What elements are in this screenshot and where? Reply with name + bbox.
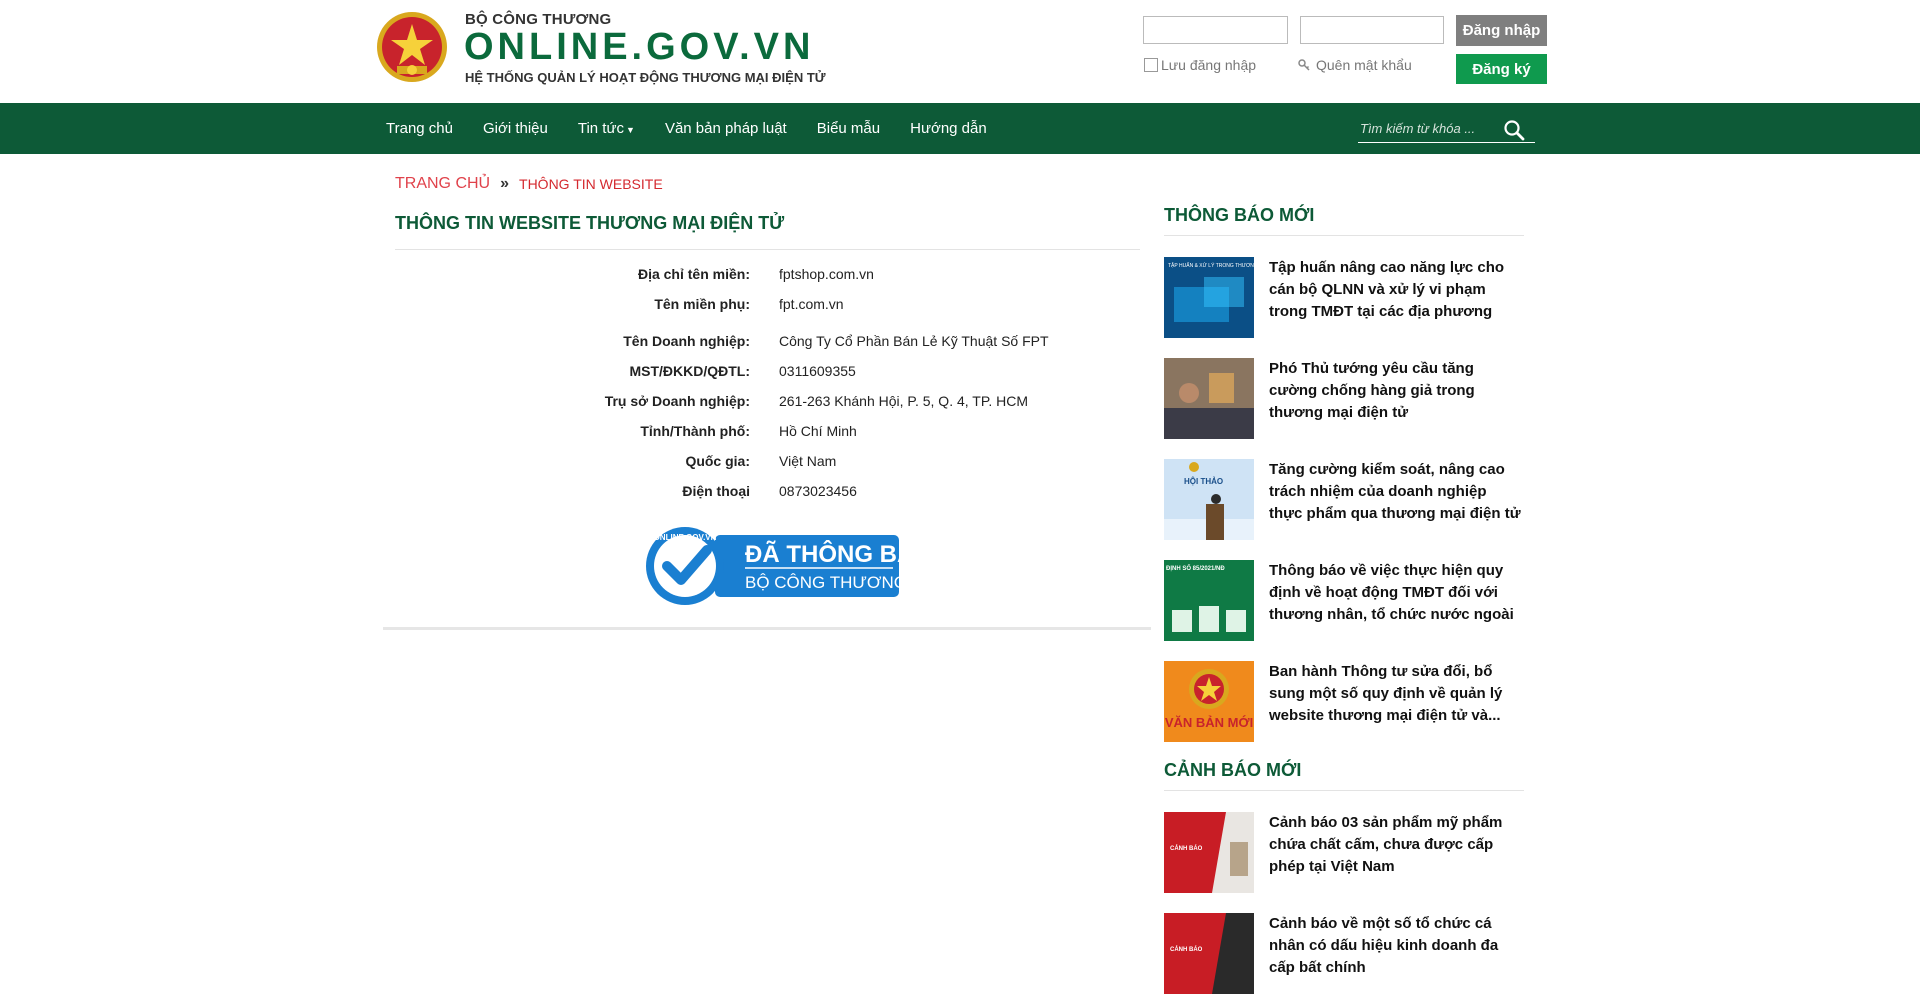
username-input[interactable]: [1143, 16, 1288, 44]
notice-item[interactable]: Phó Thủ tướng yêu cầu tăng cường chống h…: [1164, 358, 1524, 440]
national-emblem-icon[interactable]: [375, 10, 449, 84]
notice-item[interactable]: ĐỊNH SỐ 85/2021/NĐ Thông báo về việc thự…: [1164, 560, 1524, 642]
info-value: 261-263 Khánh Hội, P. 5, Q. 4, TP. HCM: [779, 393, 1029, 409]
nav-item-home[interactable]: Trang chủ: [386, 120, 453, 137]
notice-title[interactable]: Ban hành Thông tư sửa đổi, bổ sung một s…: [1269, 661, 1524, 727]
info-row-domain: Địa chỉ tên miền: fptshop.com.vn: [395, 266, 1140, 286]
info-label: Điện thoại: [682, 483, 750, 499]
info-value: Hồ Chí Minh: [779, 423, 857, 439]
login-button[interactable]: Đăng nhập: [1456, 15, 1547, 46]
info-value: fpt.com.vn: [779, 296, 844, 312]
key-icon: [1298, 59, 1310, 71]
badge-circle-text: ONLINE.GOV.VN: [654, 533, 717, 542]
info-row-company: Tên Doanh nghiệp: Công Ty Cổ Phần Bán Lẻ…: [395, 333, 1140, 353]
info-row-tax-code: MST/ĐKKD/QĐTL: 0311609355: [395, 363, 1140, 383]
site-subtitle: HỆ THỐNG QUẢN LÝ HOẠT ĐỘNG THƯƠNG MẠI ĐI…: [465, 70, 826, 85]
site-header: BỘ CÔNG THƯƠNG ONLINE.GOV.VN HỆ THỐNG QU…: [0, 0, 1920, 103]
notice-title[interactable]: Tăng cường kiểm soát, nâng cao trách nhi…: [1269, 459, 1524, 525]
caret-down-icon: ▼: [626, 125, 635, 135]
warning-thumb-text: CẢNH BÁO: [1170, 946, 1203, 953]
info-row-country: Quốc gia: Việt Nam: [395, 453, 1140, 473]
warning-title[interactable]: Cảnh báo về một số tổ chức cá nhân có dấ…: [1269, 913, 1524, 979]
info-label: Tên miền phụ:: [654, 296, 750, 312]
info-label: Quốc gia:: [685, 453, 750, 469]
info-label: Tỉnh/Thành phố:: [640, 423, 750, 439]
notice-thumb-text: TẬP HUẤN & XỬ LÝ TRONG THƯƠNG MẠI ĐIỆN T…: [1168, 261, 1254, 269]
notice-thumbnail[interactable]: [1164, 358, 1254, 439]
info-value: 0873023456: [779, 483, 857, 499]
registered-badge[interactable]: ONLINE.GOV.VN ĐÃ THÔNG BÁO BỘ CÔNG THƯƠN…: [645, 526, 901, 606]
info-value: fptshop.com.vn: [779, 266, 874, 282]
info-value: Việt Nam: [779, 453, 837, 469]
warning-item[interactable]: CẢNH BÁO Cảnh báo 03 sản phẩm mỹ phẩm ch…: [1164, 812, 1524, 894]
content-divider: [383, 627, 1151, 630]
forgot-password-link[interactable]: Quên mật khẩu: [1298, 57, 1412, 73]
breadcrumb-separator: »: [500, 175, 510, 192]
nav-item-about[interactable]: Giới thiệu: [483, 120, 548, 137]
nav-item-guide[interactable]: Hướng dẫn: [910, 120, 987, 137]
breadcrumb-home[interactable]: TRANG CHỦ: [395, 175, 490, 193]
info-value: Công Ty Cổ Phần Bán Lẻ Kỹ Thuật Số FPT: [779, 333, 1049, 349]
nav-item-forms[interactable]: Biểu mẫu: [817, 120, 880, 137]
notice-title[interactable]: Phó Thủ tướng yêu cầu tăng cường chống h…: [1269, 358, 1524, 424]
notice-item[interactable]: HỘI THẢO Tăng cường kiểm soát, nâng cao …: [1164, 459, 1524, 541]
notice-thumb-text: VĂN BẢN MỚI: [1165, 715, 1253, 730]
search-icon[interactable]: [1503, 119, 1525, 141]
info-label: Tên Doanh nghiệp:: [623, 333, 750, 349]
forgot-password-label: Quên mật khẩu: [1316, 57, 1412, 73]
info-value: 0311609355: [779, 363, 856, 379]
register-button[interactable]: Đăng ký: [1456, 54, 1547, 84]
nav-item-news[interactable]: Tin tức ▼: [578, 120, 635, 137]
badge-line1: ĐÃ THÔNG BÁO: [745, 540, 901, 568]
warning-thumb-text: CẢNH BÁO: [1170, 845, 1203, 852]
nav-item-legal-documents[interactable]: Văn bản pháp luật: [665, 120, 787, 137]
notice-thumbnail[interactable]: VĂN BẢN MỚI: [1164, 661, 1254, 742]
notice-title[interactable]: Thông báo về việc thực hiện quy định về …: [1269, 560, 1524, 626]
info-row-subdomain: Tên miền phụ: fpt.com.vn: [395, 296, 1140, 316]
info-label: MST/ĐKKD/QĐTL:: [629, 363, 750, 379]
notice-thumbnail[interactable]: HỘI THẢO: [1164, 459, 1254, 540]
nav-menu: Trang chủ Giới thiệu Tin tức ▼ Văn bản ph…: [386, 103, 1017, 154]
breadcrumb-current[interactable]: THÔNG TIN WEBSITE: [519, 176, 663, 192]
notice-thumb-text: ĐỊNH SỐ 85/2021/NĐ: [1166, 565, 1225, 572]
warnings-divider: [1164, 790, 1524, 791]
remember-label: Lưu đăng nhập: [1161, 57, 1257, 73]
notices-heading[interactable]: THÔNG BÁO MỚI: [1164, 205, 1314, 226]
warnings-heading[interactable]: CẢNH BÁO MỚI: [1164, 760, 1301, 781]
main-nav: Trang chủ Giới thiệu Tin tức ▼ Văn bản ph…: [0, 103, 1920, 154]
page-title: THÔNG TIN WEBSITE THƯƠNG MẠI ĐIỆN TỬ: [395, 213, 785, 233]
notices-divider: [1164, 235, 1524, 236]
notice-title[interactable]: Tập huấn nâng cao năng lực cho cán bộ QL…: [1269, 257, 1524, 323]
site-name[interactable]: ONLINE.GOV.VN: [464, 26, 814, 69]
info-label: Địa chỉ tên miền:: [637, 266, 750, 282]
search-input[interactable]: [1358, 117, 1502, 139]
notice-thumb-text: HỘI THẢO: [1184, 477, 1223, 486]
warning-item[interactable]: CẢNH BÁO Cảnh báo về một số tổ chức cá n…: [1164, 913, 1524, 995]
info-row-province: Tỉnh/Thành phố: Hồ Chí Minh: [395, 423, 1140, 443]
notice-item[interactable]: VĂN BẢN MỚI Ban hành Thông tư sửa đổi, b…: [1164, 661, 1524, 743]
notice-item[interactable]: TẬP HUẤN & XỬ LÝ TRONG THƯƠNG MẠI ĐIỆN T…: [1164, 257, 1524, 339]
warning-title[interactable]: Cảnh báo 03 sản phẩm mỹ phẩm chứa chất c…: [1269, 812, 1524, 878]
password-input[interactable]: [1300, 16, 1444, 44]
nav-item-news-label: Tin tức: [577, 120, 625, 137]
badge-line2: BỘ CÔNG THƯƠNG: [745, 573, 901, 592]
nav-search: [1358, 117, 1535, 143]
title-divider: [395, 249, 1140, 250]
remember-login[interactable]: Lưu đăng nhập: [1144, 57, 1256, 73]
warning-thumbnail[interactable]: CẢNH BÁO: [1164, 812, 1254, 893]
remember-checkbox[interactable]: [1144, 58, 1158, 72]
info-row-headquarters: Trụ sở Doanh nghiệp: 261-263 Khánh Hội, …: [395, 393, 1140, 413]
breadcrumb: TRANG CHỦ » THÔNG TIN WEBSITE: [395, 175, 663, 193]
info-label: Trụ sở Doanh nghiệp:: [604, 393, 750, 409]
info-row-phone: Điện thoại 0873023456: [395, 483, 1140, 503]
notice-thumbnail[interactable]: ĐỊNH SỐ 85/2021/NĐ: [1164, 560, 1254, 641]
warning-thumbnail[interactable]: CẢNH BÁO: [1164, 913, 1254, 994]
notice-thumbnail[interactable]: TẬP HUẤN & XỬ LÝ TRONG THƯƠNG MẠI ĐIỆN T…: [1164, 257, 1254, 338]
